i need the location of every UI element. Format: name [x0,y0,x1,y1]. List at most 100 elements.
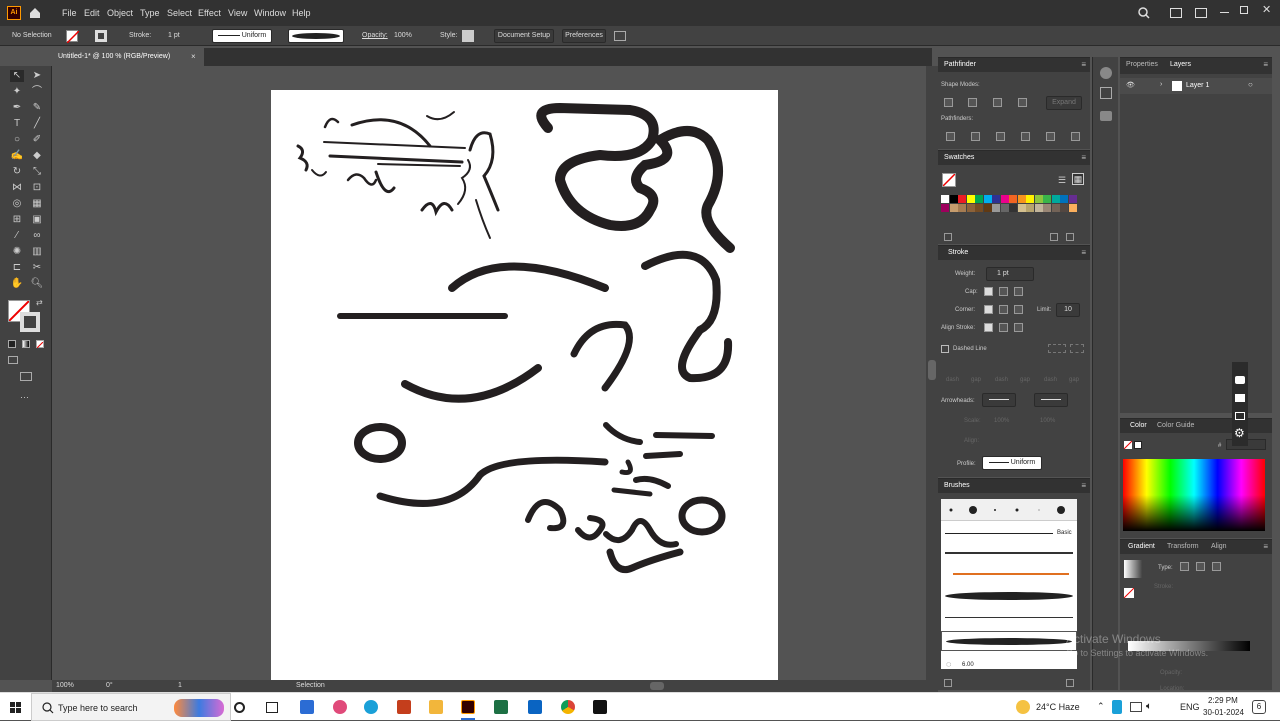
menu-select[interactable]: Select [167,8,192,18]
exclude-icon[interactable] [1018,98,1027,107]
gradient-tab[interactable]: Gradient [1128,543,1155,550]
swatch-fill-stroke-icon[interactable] [942,173,956,187]
swap-icon[interactable]: ⇄ [36,298,43,307]
butt-cap-icon[interactable] [984,287,993,296]
free-transform-tool-icon[interactable]: ⊡ [30,182,44,194]
taskbar-search-box[interactable]: Type here to search [31,693,231,721]
thick-brush-row-1[interactable] [945,592,1073,600]
delete-brush-icon[interactable] [1066,679,1074,687]
direct-selection-tool-icon[interactable]: ➤ [30,70,44,82]
pen-tool-icon[interactable]: ✒ [10,102,24,114]
swatch-chip[interactable] [958,195,966,203]
swatch-chip[interactable] [1026,204,1034,212]
dash-options-icon[interactable] [1048,344,1066,353]
draw-mode-icon[interactable] [8,356,18,364]
swatch-chip[interactable] [941,195,949,203]
symbol-sprayer-tool-icon[interactable]: ✺ [10,246,24,258]
swatch-chip[interactable] [1009,195,1017,203]
swatch-chip[interactable] [1060,195,1068,203]
eyedropper-tool-icon[interactable]: ⁄ [10,230,24,242]
ellipse-tool-icon[interactable]: ○ [10,134,24,146]
menu-view[interactable]: View [228,8,247,18]
charcoal-brush-row[interactable] [945,552,1073,554]
thin-brush-row[interactable] [945,617,1073,618]
selected-brush-row[interactable] [941,631,1077,651]
edge-icon[interactable] [364,700,378,714]
panel-menu-icon[interactable]: ≡ [1081,248,1086,257]
freeform-gradient-icon[interactable] [1212,562,1221,571]
start-arrowhead-select[interactable] [982,393,1016,407]
swatch-chip[interactable] [983,195,992,203]
radial-gradient-icon[interactable] [1196,562,1205,571]
artboard[interactable] [271,90,778,680]
eraser-tool-icon[interactable]: ◆ [30,150,44,162]
brush-library-icon[interactable] [944,679,952,687]
gradient-mode-icon[interactable] [22,340,30,348]
outlook-icon[interactable] [528,700,542,714]
opacity-label[interactable]: Opacity: [362,32,388,39]
paintbrush-tool-icon[interactable]: ✐ [30,134,44,146]
swatch-chip[interactable] [992,204,1000,212]
swatch-chip[interactable] [958,204,966,212]
file-explorer-icon[interactable] [429,700,443,714]
swatch-chip[interactable] [1051,195,1060,203]
swatch-chip[interactable] [1000,195,1009,203]
clock-time[interactable]: 2:29 PM [1208,696,1238,705]
column-graph-tool-icon[interactable]: ▥ [30,246,44,258]
document-setup-button[interactable]: Document Setup [494,29,554,43]
projecting-cap-icon[interactable] [1014,287,1023,296]
weather-text[interactable]: 24°C Haze [1036,702,1080,712]
swatch-chip[interactable] [1034,204,1043,212]
panel-menu-icon[interactable]: ≡ [1263,542,1268,551]
zoom-level[interactable]: 100% [56,682,74,689]
edit-toolbar-icon[interactable]: ··· [20,392,29,402]
preferences-button[interactable]: Preferences [562,29,606,43]
swatch-chip[interactable] [975,195,983,203]
vertical-scroll-thumb[interactable] [928,360,936,380]
swatch-chip[interactable] [1043,195,1051,203]
properties-tab[interactable]: Properties [1126,61,1158,68]
swatch-chip[interactable] [1068,204,1077,212]
blend-tool-icon[interactable]: ∞ [30,230,44,242]
profile-select[interactable]: Uniform [982,456,1042,470]
document-tab[interactable]: Untitled-1* @ 100 % (RGB/Preview) × [52,48,204,66]
menu-window[interactable]: Window [254,8,286,18]
delete-swatch-icon[interactable] [1066,233,1074,241]
task-view-icon[interactable] [234,702,245,713]
menu-help[interactable]: Help [292,8,311,18]
swatch-chip[interactable] [1068,195,1077,203]
swatch-chip[interactable] [949,204,958,212]
merge-icon[interactable] [996,132,1005,141]
panel-menu-icon[interactable]: ≡ [1081,481,1086,490]
language-indicator[interactable]: ENG [1180,702,1200,712]
magic-wand-tool-icon[interactable]: ✦ [10,86,24,98]
illustrator-taskbar-icon[interactable] [461,700,475,714]
swatch-chip[interactable] [941,204,949,212]
type-tool-icon[interactable]: T [10,118,24,130]
round-join-icon[interactable] [999,305,1008,314]
brush-artwork[interactable] [271,90,778,680]
limit-field[interactable]: 10 [1056,303,1080,317]
color-stroke-icon[interactable] [1134,441,1142,449]
unite-icon[interactable] [944,98,953,107]
tray-app-icon[interactable] [1112,700,1122,714]
color-guide-tab[interactable]: Color Guide [1157,422,1194,429]
gradient-tool-icon[interactable]: ▣ [30,214,44,226]
camera-icon[interactable] [1235,376,1245,384]
comments-icon[interactable] [1100,111,1112,121]
pathfinder-title[interactable]: Pathfinder [944,61,976,68]
end-scale-value[interactable]: 100% [1040,418,1055,424]
brush-list[interactable]: Basic [941,499,1077,669]
mesh-tool-icon[interactable]: ⊞ [10,214,24,226]
align-tab[interactable]: Align [1211,543,1227,550]
menu-edit[interactable]: Edit [84,8,100,18]
align-outside-icon[interactable] [1014,323,1023,332]
miter-join-icon[interactable] [984,305,993,314]
brushes-title[interactable]: Brushes [944,482,970,489]
swatch-chip[interactable] [1034,195,1043,203]
swatch-chip[interactable] [1017,195,1026,203]
swatch-chip[interactable] [966,195,975,203]
menu-type[interactable]: Type [140,8,160,18]
style-swatch[interactable] [462,30,474,42]
arrange-documents-icon[interactable] [1170,8,1182,18]
